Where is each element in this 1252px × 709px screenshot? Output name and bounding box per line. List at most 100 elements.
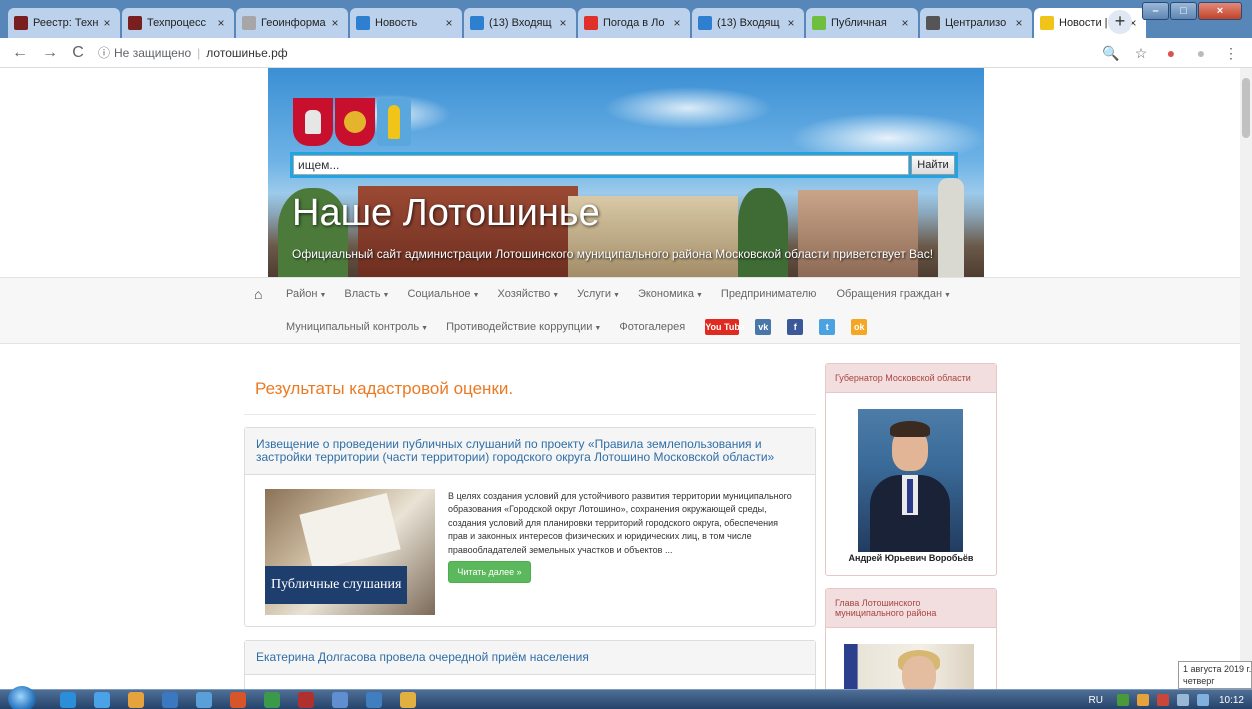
- nav-menu-item[interactable]: Предпринимателю: [721, 288, 819, 300]
- browser-tab[interactable]: Погода в Ло ×: [578, 8, 690, 38]
- taskbar-app-icon[interactable]: [162, 692, 178, 708]
- close-tab-icon[interactable]: ×: [670, 16, 684, 30]
- back-button[interactable]: ←: [10, 43, 30, 63]
- extension-icon[interactable]: ●: [1160, 43, 1182, 63]
- search-button[interactable]: Найти: [911, 155, 955, 175]
- taskbar-app-icon[interactable]: [400, 692, 416, 708]
- close-tab-icon[interactable]: ×: [1012, 16, 1026, 30]
- language-indicator[interactable]: RU: [1089, 695, 1103, 706]
- caret-down-icon: ▼: [594, 325, 602, 332]
- article-headline[interactable]: Извещение о проведении публичных слушани…: [245, 428, 815, 475]
- minimize-button[interactable]: –: [1142, 2, 1169, 20]
- nav-label: Предпринимателю: [720, 288, 817, 300]
- district-head-photo[interactable]: [844, 644, 974, 689]
- system-tray: RU 10:12: [1089, 692, 1244, 708]
- maximize-button[interactable]: □: [1170, 2, 1197, 20]
- search-input[interactable]: ищем...: [293, 155, 909, 175]
- display-icon[interactable]: [1176, 694, 1189, 706]
- taskbar-app-icon[interactable]: [230, 692, 246, 708]
- governor-photo[interactable]: [858, 409, 963, 552]
- page-scrollbar[interactable]: [1240, 68, 1252, 689]
- profile-icon[interactable]: ●: [1190, 43, 1212, 63]
- article-headline[interactable]: Екатерина Долгасова провела очередной пр…: [245, 641, 815, 675]
- nav-menu-item[interactable]: Противодействие коррупции ▼: [446, 321, 601, 333]
- close-tab-icon[interactable]: ×: [898, 16, 912, 30]
- nav-menu-item[interactable]: Власть ▼: [344, 288, 389, 300]
- banner-tree: [738, 188, 788, 277]
- youtube-icon[interactable]: You Tube: [705, 319, 745, 335]
- facebook-icon[interactable]: f: [787, 319, 804, 335]
- scrollbar-thumb[interactable]: [1242, 78, 1250, 138]
- menu-icon[interactable]: ⋮: [1220, 43, 1242, 63]
- browser-tab[interactable]: Публичная ×: [806, 8, 918, 38]
- taskbar-app-icon[interactable]: [60, 692, 76, 708]
- nav-menu-item[interactable]: Социальное ▼: [407, 288, 479, 300]
- lotoshino-emblem-icon[interactable]: [377, 98, 411, 146]
- new-tab-button[interactable]: +: [1108, 10, 1132, 34]
- nav-label: Хозяйство: [497, 288, 551, 300]
- nav-menu-item[interactable]: Муниципальный контроль ▼: [286, 321, 428, 333]
- page-title[interactable]: Результаты кадастровой оценки.: [255, 379, 513, 399]
- forward-button[interactable]: →: [40, 43, 60, 63]
- taskbar-apps: [60, 692, 434, 708]
- taskbar-app-icon[interactable]: [366, 692, 382, 708]
- close-tab-icon[interactable]: ×: [100, 16, 114, 30]
- browser-tab[interactable]: Новость ×: [350, 8, 462, 38]
- browser-tab[interactable]: Геоинформа ×: [236, 8, 348, 38]
- nav-menu-item[interactable]: Услуги ▼: [577, 288, 620, 300]
- twitter-icon[interactable]: t: [819, 319, 836, 335]
- nav-label: Противодействие коррупции: [446, 321, 593, 333]
- site-title[interactable]: Наше Лотошинье: [292, 192, 600, 235]
- browser-tab[interactable]: (13) Входящ ×: [464, 8, 576, 38]
- document-image: [299, 492, 401, 572]
- close-tab-icon[interactable]: ×: [328, 16, 342, 30]
- taskbar-app-icon[interactable]: [128, 692, 144, 708]
- taskbar-app-icon[interactable]: [196, 692, 212, 708]
- tab-title: Техпроцесс: [147, 17, 206, 29]
- browser-tab[interactable]: Техпроцесс ×: [122, 8, 234, 38]
- close-window-button[interactable]: ×: [1198, 2, 1242, 20]
- network-icon[interactable]: [1116, 694, 1129, 706]
- nav-menu-item[interactable]: Экономика ▼: [638, 288, 703, 300]
- read-more-button[interactable]: Читать далее »: [448, 561, 531, 583]
- browser-tab[interactable]: Централизо ×: [920, 8, 1032, 38]
- zoom-icon[interactable]: 🔍: [1100, 43, 1122, 63]
- taskbar-app-icon[interactable]: [264, 692, 280, 708]
- browser-tab[interactable]: Реестр: Техн ×: [8, 8, 120, 38]
- close-tab-icon[interactable]: ×: [784, 16, 798, 30]
- odnoklassniki-icon[interactable]: ok: [851, 319, 868, 335]
- address-separator: |: [197, 46, 201, 60]
- tab-title: Реестр: Техн: [33, 17, 99, 29]
- start-button[interactable]: [8, 686, 36, 709]
- tab-title: Погода в Ло: [603, 17, 665, 29]
- clock[interactable]: 10:12: [1219, 695, 1244, 706]
- taskbar-app-icon[interactable]: [94, 692, 110, 708]
- nav-menu-item[interactable]: Район ▼: [286, 288, 326, 300]
- flag-icon[interactable]: [1156, 694, 1169, 706]
- taskbar-app-icon[interactable]: [332, 692, 348, 708]
- address-bar[interactable]: ⓘ Не защищено | лотошинье.рф: [98, 43, 288, 63]
- browser-tab[interactable]: (13) Входящ ×: [692, 8, 804, 38]
- vk-icon[interactable]: vk: [755, 319, 772, 335]
- close-tab-icon[interactable]: ×: [442, 16, 456, 30]
- bookmark-star-icon[interactable]: ☆: [1130, 43, 1152, 63]
- info-icon[interactable]: ⓘ: [98, 46, 110, 60]
- tab-list: Реестр: Техн × Техпроцесс × Геоинформа × Новос…: [8, 8, 1148, 38]
- taskbar-app-icon[interactable]: [298, 692, 314, 708]
- home-icon[interactable]: ⌂: [254, 287, 268, 301]
- reload-button[interactable]: C: [68, 43, 88, 63]
- tray-app-icon[interactable]: [1136, 694, 1149, 706]
- panel-header: Глава Лотошинского муниципального района: [826, 589, 996, 628]
- favicon-icon: [128, 16, 142, 30]
- close-tab-icon[interactable]: ×: [556, 16, 570, 30]
- url-text[interactable]: лотошинье.рф: [206, 46, 287, 60]
- article-thumbnail[interactable]: Публичные слушания: [265, 489, 435, 615]
- nav-menu-item[interactable]: Обращения граждан ▼: [836, 288, 951, 300]
- nav-menu-item[interactable]: Фотогалерея: [619, 321, 687, 333]
- nav-menu-item[interactable]: Хозяйство ▼: [498, 288, 560, 300]
- russia-emblem-icon[interactable]: [335, 98, 375, 146]
- volume-icon[interactable]: [1196, 694, 1209, 706]
- caret-down-icon: ▼: [552, 292, 560, 299]
- moscow-oblast-emblem-icon[interactable]: [293, 98, 333, 146]
- close-tab-icon[interactable]: ×: [214, 16, 228, 30]
